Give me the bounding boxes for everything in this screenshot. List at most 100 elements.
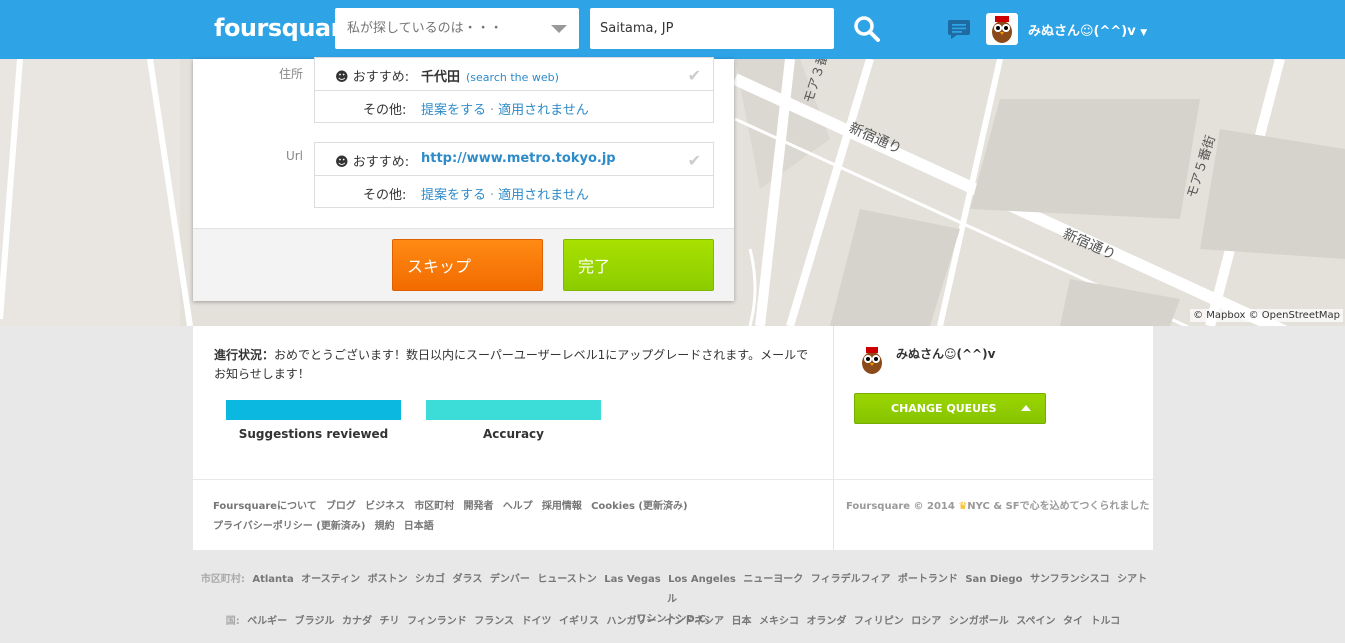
country-link[interactable]: シンガポール: [949, 616, 1009, 627]
city-link[interactable]: デンバー: [490, 574, 530, 585]
address-label: 住所: [278, 67, 303, 81]
country-link[interactable]: ロシア: [911, 616, 941, 627]
footer-link[interactable]: 日本語: [404, 521, 434, 532]
footer-row-1: Foursquareについて ブログ ビジネス 市区町村 開発者 ヘルプ 採用情…: [213, 497, 813, 517]
footer-link[interactable]: プライバシーポリシー (更新済み): [213, 521, 365, 532]
footer-link[interactable]: ヘルプ: [503, 501, 533, 512]
country-link[interactable]: フランス: [474, 616, 514, 627]
country-link[interactable]: トルコ: [1090, 616, 1120, 627]
city-link[interactable]: サンフランシスコ: [1030, 574, 1110, 585]
city-link[interactable]: San Diego: [965, 574, 1022, 585]
city-link[interactable]: ポートランド: [898, 574, 958, 585]
city-link[interactable]: Los Angeles: [668, 574, 736, 585]
accuracy-bar: [426, 400, 601, 420]
url-other-row: その他: 提案をする · 適用されません: [315, 175, 713, 207]
user-face-icon: ☻: [335, 155, 349, 170]
url-recommend-value[interactable]: http://www.metro.tokyo.jp: [421, 151, 616, 166]
country-link[interactable]: ブラジル: [295, 616, 335, 627]
search-box[interactable]: [335, 8, 579, 49]
recommend-label: ☻ おすすめ:: [335, 66, 409, 85]
progress-fill: [226, 400, 401, 420]
map-attribution[interactable]: © Mapbox © OpenStreetMap: [1190, 309, 1343, 322]
side-user-name[interactable]: みぬさん☺(^^)v: [896, 345, 995, 362]
country-link[interactable]: ドイツ: [522, 616, 552, 627]
check-icon[interactable]: ✔: [688, 151, 701, 170]
footer-link[interactable]: 開発者: [464, 501, 494, 512]
city-link[interactable]: オースティン: [301, 574, 360, 585]
footer-link[interactable]: 市区町村: [414, 501, 454, 512]
city-link[interactable]: Las Vegas: [604, 574, 660, 585]
country-link[interactable]: タイ: [1063, 616, 1083, 627]
country-link[interactable]: オランダ: [806, 616, 846, 627]
country-link[interactable]: スペイン: [1016, 616, 1055, 627]
other-links: 提案をする · 適用されません: [421, 99, 589, 118]
not-applied-link[interactable]: 適用されません: [498, 103, 589, 118]
skip-button[interactable]: スキップ: [392, 239, 543, 291]
check-icon[interactable]: ✔: [688, 66, 701, 85]
city-link[interactable]: ヒューストン: [537, 574, 597, 585]
city-link[interactable]: ボストン: [368, 574, 408, 585]
suggest-link[interactable]: 提案をする: [421, 188, 486, 203]
country-link[interactable]: 日本: [731, 616, 751, 627]
country-link[interactable]: イギリス: [559, 616, 599, 627]
footer-link[interactable]: Foursquareについて: [213, 501, 317, 512]
address-other-row: その他: 提案をする · 適用されません: [315, 90, 713, 122]
footer-link[interactable]: 規約: [375, 521, 395, 532]
crown-icon: ♛: [958, 501, 968, 512]
progress-section: 進行状況：おめでとうございます！数日以内にスーパーユーザーレベル1にアップグレー…: [193, 326, 1153, 479]
country-link[interactable]: インドネシア: [664, 616, 724, 627]
country-link[interactable]: ベルギー: [247, 616, 287, 627]
other-label: その他:: [363, 188, 407, 203]
search-icon[interactable]: [852, 14, 882, 44]
city-link[interactable]: シカゴ: [415, 574, 445, 585]
cities-label: 市区町村:: [200, 574, 245, 585]
country-link[interactable]: メキシコ: [759, 616, 799, 627]
address-recommend-value: 千代田 (search the web): [421, 66, 559, 85]
country-link[interactable]: フィンランド: [407, 616, 467, 627]
countries-label: 国:: [225, 616, 240, 627]
near-input[interactable]: [590, 8, 834, 49]
near-box[interactable]: [590, 8, 834, 49]
country-link[interactable]: チリ: [379, 616, 399, 627]
copyright-prefix: Foursquare © 2014: [846, 501, 955, 512]
city-link[interactable]: ダラス: [453, 574, 483, 585]
city-link[interactable]: フィラデルフィア: [811, 574, 891, 585]
suggestions-reviewed-bar: [226, 400, 401, 420]
url-recommend-row[interactable]: ☻ おすすめ: http://www.metro.tokyo.jp ✔: [315, 143, 713, 175]
footer-copyright-box: Foursquare © 2014 ♛NYC & SFで心を込めてつくられました: [833, 480, 1153, 550]
search-input[interactable]: [335, 8, 535, 49]
city-link[interactable]: ニューヨーク: [743, 574, 803, 585]
not-applied-link[interactable]: 適用されません: [498, 188, 589, 203]
address-value-text: 千代田: [421, 70, 461, 85]
status-prefix: 進行状況：: [214, 348, 275, 362]
owl-avatar-icon: [992, 16, 1012, 43]
footer-link[interactable]: ビジネス: [365, 501, 405, 512]
city-link[interactable]: Atlanta: [252, 574, 293, 585]
country-link[interactable]: カナダ: [342, 616, 372, 627]
countries-list: 国: ベルギー ブラジル カナダ チリ フィンランド フランス ドイツ イギリス…: [193, 612, 1153, 627]
done-button[interactable]: 完了: [563, 239, 714, 291]
top-bar: foursquare みぬさん☺(^^)v ▼: [0, 0, 1345, 59]
footer-link[interactable]: ブログ: [326, 501, 356, 512]
avatar[interactable]: [856, 344, 888, 376]
avatar[interactable]: [986, 13, 1018, 45]
footer-link[interactable]: 採用情報: [542, 501, 582, 512]
change-queues-button[interactable]: CHANGE QUEUES: [854, 393, 1046, 424]
accuracy-label: Accuracy: [482, 427, 544, 441]
separator: ·: [490, 188, 495, 203]
separator: ·: [490, 103, 495, 118]
suggest-link[interactable]: 提案をする: [421, 103, 486, 118]
chevron-down-icon[interactable]: [551, 25, 567, 33]
progress-sidebar: みぬさん☺(^^)v CHANGE QUEUES: [833, 326, 1153, 479]
recommend-label-text: おすすめ:: [352, 155, 410, 170]
url-field-box: ☻ おすすめ: http://www.metro.tokyo.jp ✔ その他:…: [314, 142, 714, 208]
country-link[interactable]: ハンガリー: [607, 616, 657, 627]
caret-up-icon: [1021, 405, 1031, 411]
notifications-icon[interactable]: [947, 19, 971, 39]
user-menu[interactable]: みぬさん☺(^^)v ▼: [1028, 20, 1147, 39]
country-link[interactable]: フィリピン: [854, 616, 904, 627]
search-web-link[interactable]: (search the web): [466, 71, 559, 84]
recommend-label-text: おすすめ:: [352, 70, 410, 85]
footer-link[interactable]: Cookies (更新済み): [591, 501, 688, 512]
address-recommend-row[interactable]: ☻ おすすめ: 千代田 (search the web) ✔: [315, 58, 713, 90]
